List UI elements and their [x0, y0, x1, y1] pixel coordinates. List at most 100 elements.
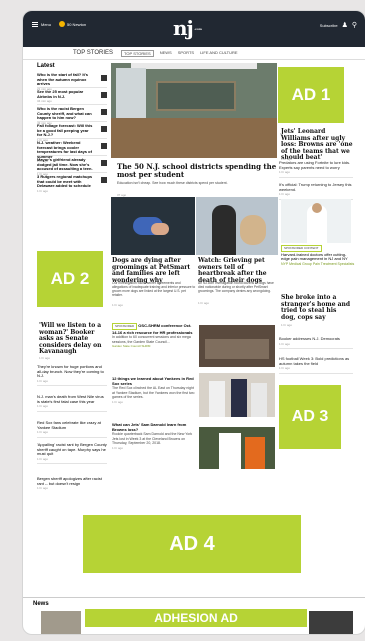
dog-grooming-image[interactable]	[111, 197, 195, 255]
tab-life-and-culture[interactable]: LIFE AND CULTURE	[200, 50, 238, 57]
latest-item-title: Who is the racist Bergen County sheriff,…	[37, 106, 92, 120]
dog-theft-ago: 1 hr ago	[281, 323, 293, 327]
conference-stage	[205, 339, 269, 359]
header-actions: Subscribe ♟ ⚲	[320, 21, 357, 29]
news-thumb-right[interactable]	[309, 611, 353, 634]
rail-item-ago: 1 hr ago	[279, 341, 291, 346]
doctor-head	[312, 203, 322, 213]
story-title: 12 things we learned about Yankees in Re…	[112, 376, 194, 386]
story-title: What can Jets' Sam Darnold learn from Br…	[112, 422, 187, 432]
small-item-title: Red Sox fans celebrate like crazy at Yan…	[37, 420, 101, 430]
subscribe-link[interactable]: Subscribe	[320, 23, 338, 28]
rail-item-title: Booker addresses N.J. Democrats	[279, 336, 340, 341]
doctor-image[interactable]	[281, 199, 351, 243]
section-nav: TOP STORIES TOP STORIES NEWS SPORTS LIFE…	[23, 47, 365, 60]
small-item-title: Bergen sheriff apologizes after racist r…	[37, 476, 102, 486]
hero-headline[interactable]: The 50 N.J. school districts spending th…	[117, 163, 277, 179]
list-item[interactable]: 3 Rutgers regional matchups that could b…	[37, 173, 107, 193]
list-item[interactable]: Bergen sheriff apologizes after racist r…	[37, 476, 107, 493]
news-thumb-left[interactable]	[41, 611, 81, 634]
hero-image[interactable]	[111, 63, 277, 158]
rail-item-title: It's official: Trump returning to Jersey…	[279, 182, 352, 192]
player-2	[231, 379, 247, 417]
list-item[interactable]: Fall foliage forecast: Will this be a go…	[37, 122, 107, 142]
story-dek: Rookie quarterback Sam Darnold and the N…	[112, 432, 193, 446]
story-dek: The Red Sox clinched the AL East on Thur…	[112, 386, 195, 400]
story-ago: 1 hr ago	[112, 399, 124, 404]
latest-list: Latest Who is the start of fall? It's wh…	[37, 63, 107, 193]
thumbnail-icon	[101, 109, 107, 115]
list-item[interactable]: N.J. man's death from West Nile virus is…	[37, 394, 107, 412]
tab-news[interactable]: NEWS	[160, 50, 172, 57]
ad-2[interactable]: AD 2	[37, 251, 103, 307]
player-1	[209, 381, 225, 417]
ad-4[interactable]: AD 4	[83, 515, 301, 573]
latest-item-ago: 34 min ago	[37, 99, 52, 103]
list-item[interactable]: Who is the racist Bergen County sheriff,…	[37, 105, 107, 125]
list-item[interactable]: They're known for huge portions and all-…	[37, 364, 107, 386]
hamburger-icon	[32, 22, 38, 27]
nav-tabs: TOP STORIES NEWS SPORTS LIFE AND CULTURE	[121, 50, 238, 57]
latest-item-title: Who is the start of fall? It's when the …	[37, 72, 88, 86]
logo-small: .com	[193, 27, 202, 31]
rail-item-ago: 1 hr ago	[279, 366, 291, 371]
booker-ago: 1 hr ago	[39, 356, 51, 360]
adhesion-ad[interactable]: ADHESION AD	[85, 609, 307, 627]
story-sponsored[interactable]: SPONSORED OSC-SHRM conference Oct. 14-16…	[112, 323, 194, 349]
browser-frame: Menu 50 Newton nj.com Subscribe ♟ ⚲ TOP …	[22, 10, 365, 635]
hand	[151, 223, 169, 235]
user-icon[interactable]: ♟	[342, 21, 348, 29]
desks	[111, 118, 277, 158]
list-item[interactable]: Red Sox fans celebrate like crazy at Yan…	[37, 420, 107, 438]
search-icon[interactable]: ⚲	[352, 21, 357, 29]
list-item[interactable]: It's official: Trump returning to Jersey…	[279, 182, 353, 200]
rail-item-ago: 1 hr ago	[279, 170, 291, 175]
jets-image[interactable]	[199, 427, 275, 469]
small-item-title: They're known for huge portions and all-…	[37, 364, 104, 378]
sponsored-conference-image[interactable]	[199, 325, 275, 367]
list-item[interactable]: HS football Week 3: Bold predictions as …	[279, 356, 353, 374]
small-item-ago: 1 hr ago	[37, 378, 49, 383]
list-item[interactable]: 'Appalling' racist rant by Bergen County…	[37, 442, 107, 464]
small-item-ago: 1 hr ago	[37, 486, 49, 490]
news-label: News	[33, 601, 49, 607]
list-item[interactable]: See the 25 most popular Airbnbs in N.J. 3…	[37, 88, 107, 105]
small-item-ago: 1 hr ago	[37, 430, 49, 434]
site-logo[interactable]: nj.com	[173, 16, 204, 40]
section-title: TOP STORIES	[73, 50, 114, 56]
dogs-ago: 1 hr ago	[112, 303, 124, 307]
player-3	[251, 383, 267, 417]
jets-player	[219, 433, 241, 469]
watch-dek: An NJ.com investigation found dozens of …	[198, 281, 274, 293]
yankees-image[interactable]	[199, 373, 275, 417]
story-source: Garden State Council SHRM	[112, 344, 151, 349]
list-item[interactable]: Booker addresses N.J. Democrats 1 hr ago	[279, 336, 353, 350]
weather-widget[interactable]: 50 Newton	[59, 21, 86, 27]
sun-icon	[59, 21, 65, 27]
site-header: Menu 50 Newton nj.com Subscribe ♟ ⚲	[23, 11, 365, 47]
tab-sports[interactable]: SPORTS	[178, 50, 194, 57]
story-yankees[interactable]: 12 things we learned about Yankees in Re…	[112, 376, 196, 405]
booker-headline[interactable]: 'Will we listen to a woman?' Booker asks…	[39, 322, 105, 356]
pet-owner-image[interactable]	[196, 197, 278, 255]
sponsored-block[interactable]: SPONSORED CONTENT Harvard-trained doctor…	[281, 245, 355, 266]
list-item[interactable]: N.J. weather: Weekend forecast brings co…	[37, 139, 107, 163]
thumbnail-icon	[101, 177, 107, 183]
latest-item-title: N.J. weather: Weekend forecast brings co…	[37, 140, 92, 159]
sponsored-pill: SPONSORED CONTENT	[281, 245, 322, 252]
ad-3[interactable]: AD 3	[279, 385, 341, 449]
thumbnail-icon	[101, 160, 107, 166]
tab-top-stories[interactable]: TOP STORIES	[121, 50, 154, 57]
menu-label: Menu	[41, 22, 52, 27]
dog-theft-headline[interactable]: She broke into a stranger's home and tri…	[281, 294, 351, 321]
menu-button[interactable]: Menu	[32, 22, 51, 27]
story-jets[interactable]: What can Jets' Sam Darnold learn from Br…	[112, 422, 196, 451]
rail-item-ago: 1 hr ago	[279, 192, 291, 197]
list-item[interactable]: Predators are using Fortnite to lure kid…	[279, 160, 353, 178]
list-item[interactable]: Who is the start of fall? It's when the …	[37, 71, 107, 91]
ceiling-light	[131, 63, 257, 69]
rail-item-title: HS football Week 3: Bold predictions as …	[279, 356, 350, 366]
small-item-title: N.J. man's death from West Nile virus is…	[37, 394, 104, 404]
ad-1[interactable]: AD 1	[278, 67, 344, 123]
list-item[interactable]: Mayor's girlfriend already dodged jail t…	[37, 156, 107, 176]
